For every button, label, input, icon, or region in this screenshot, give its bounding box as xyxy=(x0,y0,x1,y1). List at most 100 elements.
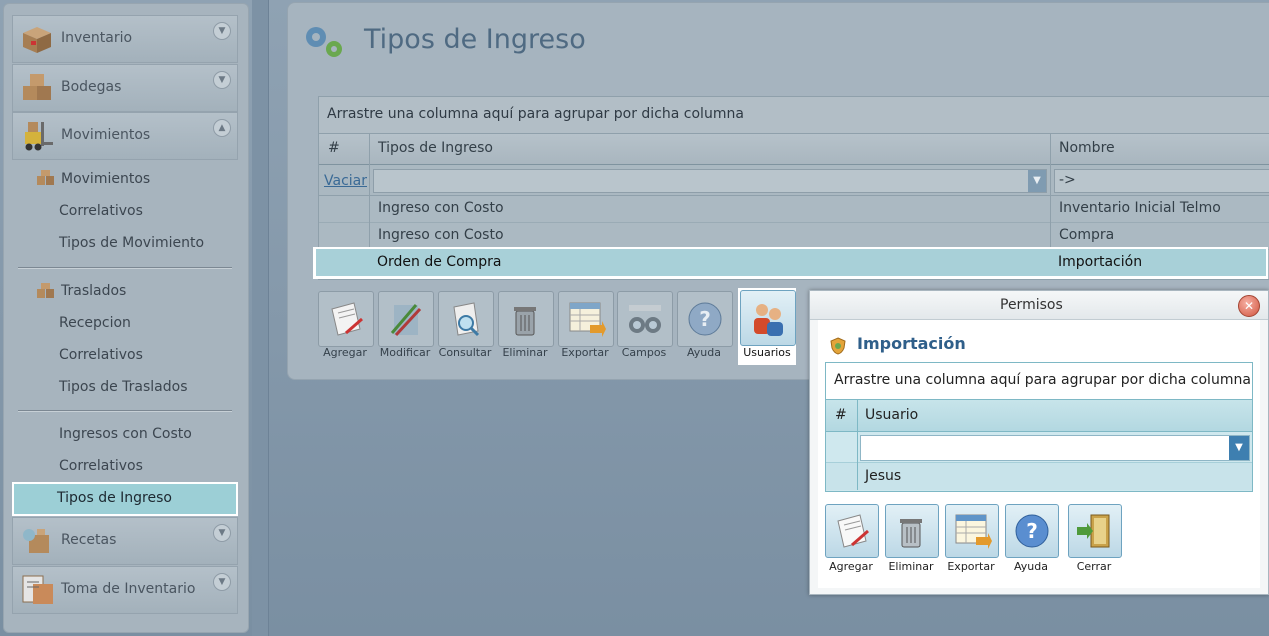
shield-icon xyxy=(830,337,846,355)
column-header-number[interactable]: # xyxy=(328,140,340,156)
sidebar-section-bodegas[interactable]: Bodegas ▼ xyxy=(12,64,238,112)
sidebar-section-inventario[interactable]: Inventario ▼ xyxy=(12,15,238,63)
svg-text:?: ? xyxy=(1026,519,1038,543)
sidebar-group-movimientos[interactable]: Movimientos xyxy=(61,171,150,187)
chevron-down-icon[interactable]: ▼ xyxy=(213,22,231,40)
sidebar-section-movimientos[interactable]: Movimientos ▲ xyxy=(12,112,238,160)
toolbar-label: Agregar xyxy=(829,560,873,573)
sidebar-item-tipos-traslados[interactable]: Tipos de Traslados xyxy=(59,379,188,395)
pencils-icon xyxy=(390,304,422,337)
modificar-button[interactable] xyxy=(378,291,434,347)
sidebar-item-correlativos-ing[interactable]: Correlativos xyxy=(59,458,143,474)
sidebar-section-label: Recetas xyxy=(61,532,117,548)
dialog-title: Permisos xyxy=(1000,297,1063,313)
table-row[interactable]: Ingreso con Costo Inventario Inicial Tel… xyxy=(319,196,1269,223)
agregar-button[interactable] xyxy=(318,291,374,347)
toolbar-label: Exportar xyxy=(947,560,995,573)
sidebar-item-correlativos-tras[interactable]: Correlativos xyxy=(59,347,143,363)
sidebar-group-traslados[interactable]: Traslados xyxy=(61,283,126,299)
toolbar-label: Usuarios xyxy=(743,346,791,359)
trash-icon xyxy=(514,307,536,336)
cell-tipo: Orden de Compra xyxy=(377,254,502,270)
nombre-filter-input[interactable]: -> xyxy=(1054,169,1269,193)
filter-row: Vaciar ▼ -> xyxy=(319,165,1269,196)
grid-header: # Usuario xyxy=(826,400,1252,432)
search-document-icon xyxy=(453,302,480,337)
chevron-down-icon[interactable]: ▼ xyxy=(1028,170,1046,192)
users-icon xyxy=(754,304,783,336)
forklift-icon xyxy=(25,122,53,151)
group-hint: Arrastre una columna aquí para agrupar p… xyxy=(327,106,744,122)
dialog-titlebar[interactable]: Permisos ✕ xyxy=(810,291,1268,320)
sidebar-section-recetas[interactable]: Recetas ▼ xyxy=(12,517,238,565)
boxes-icon xyxy=(23,74,51,100)
dialog-agregar-button[interactable] xyxy=(825,504,879,558)
cell-tipo: Ingreso con Costo xyxy=(378,227,504,243)
clear-filter-link[interactable]: Vaciar xyxy=(324,173,367,189)
chevron-up-icon[interactable]: ▲ xyxy=(213,119,231,137)
usuarios-button[interactable] xyxy=(740,290,796,346)
help-icon: ? xyxy=(688,302,722,336)
table-row[interactable]: Jesus xyxy=(826,463,1252,490)
column-header-tipos[interactable]: Tipos de Ingreso xyxy=(378,140,493,156)
column-header-nombre[interactable]: Nombre xyxy=(1059,140,1115,156)
consultar-button[interactable] xyxy=(438,291,494,347)
group-by-area[interactable]: Arrastre una columna aquí para agrupar p… xyxy=(319,97,1269,134)
sidebar-item-recepcion[interactable]: Recepcion xyxy=(59,315,131,331)
gears-icon xyxy=(306,27,342,57)
boxes-small-icon xyxy=(37,170,54,185)
chevron-down-icon[interactable]: ▼ xyxy=(213,524,231,542)
chevron-down-icon[interactable]: ▼ xyxy=(213,71,231,89)
svg-text:?: ? xyxy=(699,307,711,331)
group-by-area[interactable]: Arrastre una columna aquí para agrupar p… xyxy=(826,363,1252,400)
dialog-ayuda-button[interactable]: ? xyxy=(1005,504,1059,558)
sidebar-item-correlativos-mov[interactable]: Correlativos xyxy=(59,203,143,219)
dialog-eliminar-button[interactable] xyxy=(885,504,939,558)
toolbar-label: Exportar xyxy=(561,346,609,359)
cell-nombre: Importación xyxy=(1058,254,1143,270)
toolbar-label: Campos xyxy=(621,346,667,359)
dialog-subtitle: Importación xyxy=(857,334,966,353)
cell-tipo: Ingreso con Costo xyxy=(378,200,504,216)
dialog-exportar-button[interactable] xyxy=(945,504,999,558)
help-icon: ? xyxy=(1015,514,1049,548)
sidebar-item-tipos-ingreso[interactable]: Tipos de Ingreso xyxy=(12,482,238,516)
table-row-selected[interactable]: Orden de Compra Importación xyxy=(313,247,1268,279)
sidebar-item-tipos-movimiento[interactable]: Tipos de Movimiento xyxy=(59,235,204,251)
usuario-filter-dropdown[interactable]: ▼ xyxy=(860,435,1250,461)
usuarios-grid: Arrastre una columna aquí para agrupar p… xyxy=(825,362,1253,492)
spreadsheet-export-icon xyxy=(569,302,606,337)
toolbar-label: Ayuda xyxy=(687,346,721,359)
campos-button[interactable] xyxy=(617,291,673,347)
eliminar-button[interactable] xyxy=(498,291,554,347)
exit-door-icon xyxy=(1077,514,1110,548)
filter-row: ▼ xyxy=(826,432,1252,463)
toolbar-label: Eliminar xyxy=(888,560,934,573)
toolbar-label: Modificar xyxy=(379,346,431,359)
ayuda-button[interactable]: ? xyxy=(677,291,733,347)
cell-usuario: Jesus xyxy=(865,468,902,484)
table-row[interactable]: Ingreso con Costo Compra xyxy=(319,223,1269,250)
sidebar-section-label: Movimientos xyxy=(61,127,151,143)
cell-nombre: Inventario Inicial Telmo xyxy=(1059,200,1221,216)
toolbar-label: Ayuda xyxy=(1014,560,1048,573)
cell-nombre: Compra xyxy=(1059,227,1115,243)
dialog-cerrar-button[interactable] xyxy=(1068,504,1122,558)
page-title: Tipos de Ingreso xyxy=(364,24,586,55)
clipboard-icon xyxy=(22,575,53,604)
chevron-down-icon[interactable]: ▼ xyxy=(1229,436,1249,460)
binoculars-icon xyxy=(629,305,661,333)
exportar-button[interactable] xyxy=(558,291,614,347)
sidebar-section-toma-inventario[interactable]: Toma de Inventario ▼ xyxy=(12,566,238,614)
column-header-usuario[interactable]: Usuario xyxy=(865,407,918,423)
column-divider xyxy=(857,400,858,490)
tipos-filter-dropdown[interactable]: ▼ xyxy=(373,169,1047,193)
close-icon[interactable]: ✕ xyxy=(1238,295,1260,317)
chevron-down-icon[interactable]: ▼ xyxy=(213,573,231,591)
toolbar-label: Eliminar xyxy=(502,346,548,359)
document-add-icon xyxy=(837,514,869,548)
column-header-number[interactable]: # xyxy=(835,407,847,423)
trash-icon xyxy=(900,519,922,548)
sidebar-item-ingresos-costo[interactable]: Ingresos con Costo xyxy=(59,426,192,442)
spreadsheet-export-icon xyxy=(955,514,992,549)
